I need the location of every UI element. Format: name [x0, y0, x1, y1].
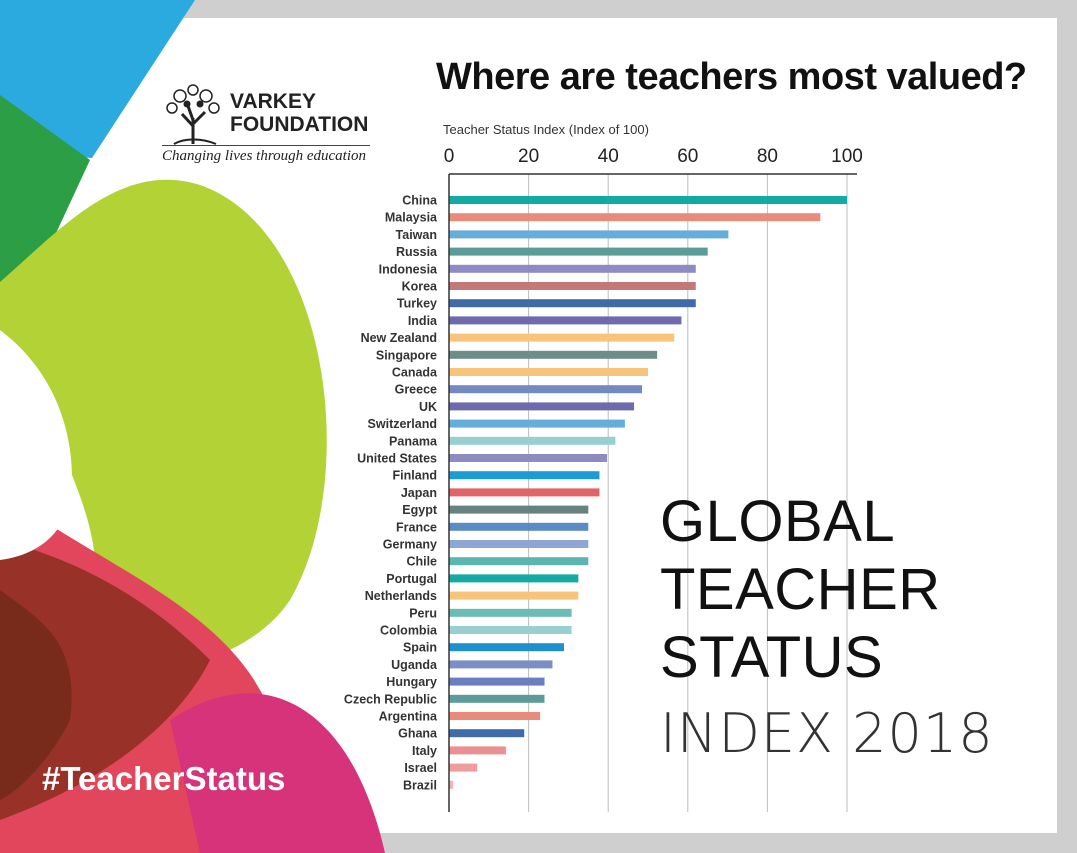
headline-line1: GLOBAL [660, 489, 896, 554]
category-label: United States [357, 452, 437, 466]
category-label: Israel [404, 761, 437, 775]
category-label: Czech Republic [344, 692, 437, 706]
bar [449, 454, 608, 462]
bar [449, 626, 572, 634]
category-label: Korea [402, 280, 438, 294]
x-tick-label: 60 [677, 146, 698, 167]
category-label: Netherlands [365, 589, 437, 603]
x-tick-label: 0 [444, 146, 455, 167]
bar [449, 763, 478, 772]
category-label: UK [419, 400, 437, 414]
bar [449, 299, 696, 308]
category-label: Italy [412, 744, 437, 758]
category-label: Greece [395, 383, 437, 397]
bar [449, 471, 600, 480]
bar [449, 677, 545, 686]
category-label: Hungary [386, 675, 437, 689]
category-label: Uganda [391, 658, 438, 672]
bar [449, 729, 525, 738]
x-tick-label: 40 [598, 146, 619, 167]
bar [449, 419, 625, 428]
category-label: Indonesia [379, 262, 438, 276]
category-label: Malaysia [385, 211, 438, 225]
bar [449, 368, 648, 376]
bar [449, 694, 545, 703]
category-label: Switzerland [368, 417, 437, 431]
category-label: Canada [392, 366, 438, 380]
bar [449, 385, 643, 394]
bar [449, 350, 658, 359]
category-label: Ghana [398, 727, 438, 741]
bar [449, 402, 635, 411]
headline-line4: INDEX 2018 [660, 702, 994, 765]
bar [449, 540, 589, 548]
bar [449, 213, 821, 222]
hashtag: #TeacherStatus [42, 760, 286, 797]
bar [449, 557, 589, 566]
bar [449, 333, 675, 342]
bar [449, 660, 553, 669]
category-label: New Zealand [361, 331, 437, 345]
category-label: Portugal [386, 572, 437, 586]
category-label: Colombia [380, 624, 438, 638]
category-label: Panama [389, 434, 438, 448]
category-label: Singapore [376, 348, 437, 362]
category-label: Japan [401, 486, 437, 500]
category-label: China [402, 194, 438, 208]
category-label: Argentina [379, 710, 438, 724]
bar [449, 196, 847, 204]
category-label: Brazil [403, 778, 437, 792]
bar [449, 574, 579, 583]
category-label: France [396, 520, 437, 534]
bar [449, 608, 572, 617]
bar [449, 643, 565, 652]
category-label: Turkey [397, 297, 437, 311]
x-axis-title: Teacher Status Index (Index of 100) [443, 122, 649, 137]
bar [449, 746, 506, 755]
x-tick-label: 100 [831, 146, 863, 167]
bar [449, 712, 541, 720]
bar [449, 436, 616, 445]
bar [449, 282, 696, 290]
category-label: Egypt [402, 503, 438, 517]
bar [449, 247, 708, 256]
category-label: Chile [406, 555, 437, 569]
category-label: Finland [393, 469, 437, 483]
category-label: Taiwan [396, 228, 437, 242]
category-labels: China Malaysia Taiwan Russia Indonesia Korea T… [344, 194, 438, 793]
bar [449, 316, 682, 325]
x-tick-label: 80 [757, 146, 778, 167]
bar [449, 488, 600, 497]
category-label: India [408, 314, 438, 328]
bar [449, 230, 729, 239]
bar [449, 505, 589, 514]
x-tick-label: 20 [518, 146, 539, 167]
category-label: Spain [403, 641, 437, 655]
bar [449, 264, 696, 273]
x-axis-ticks: 0 20 40 60 80 100 [444, 146, 863, 167]
headline-line2: TEACHER [660, 557, 941, 622]
bar [449, 591, 579, 600]
bar [449, 522, 589, 531]
category-label: Peru [409, 606, 437, 620]
headline-line3: STATUS [660, 625, 884, 690]
category-label: Russia [396, 245, 438, 259]
category-label: Germany [383, 538, 437, 552]
